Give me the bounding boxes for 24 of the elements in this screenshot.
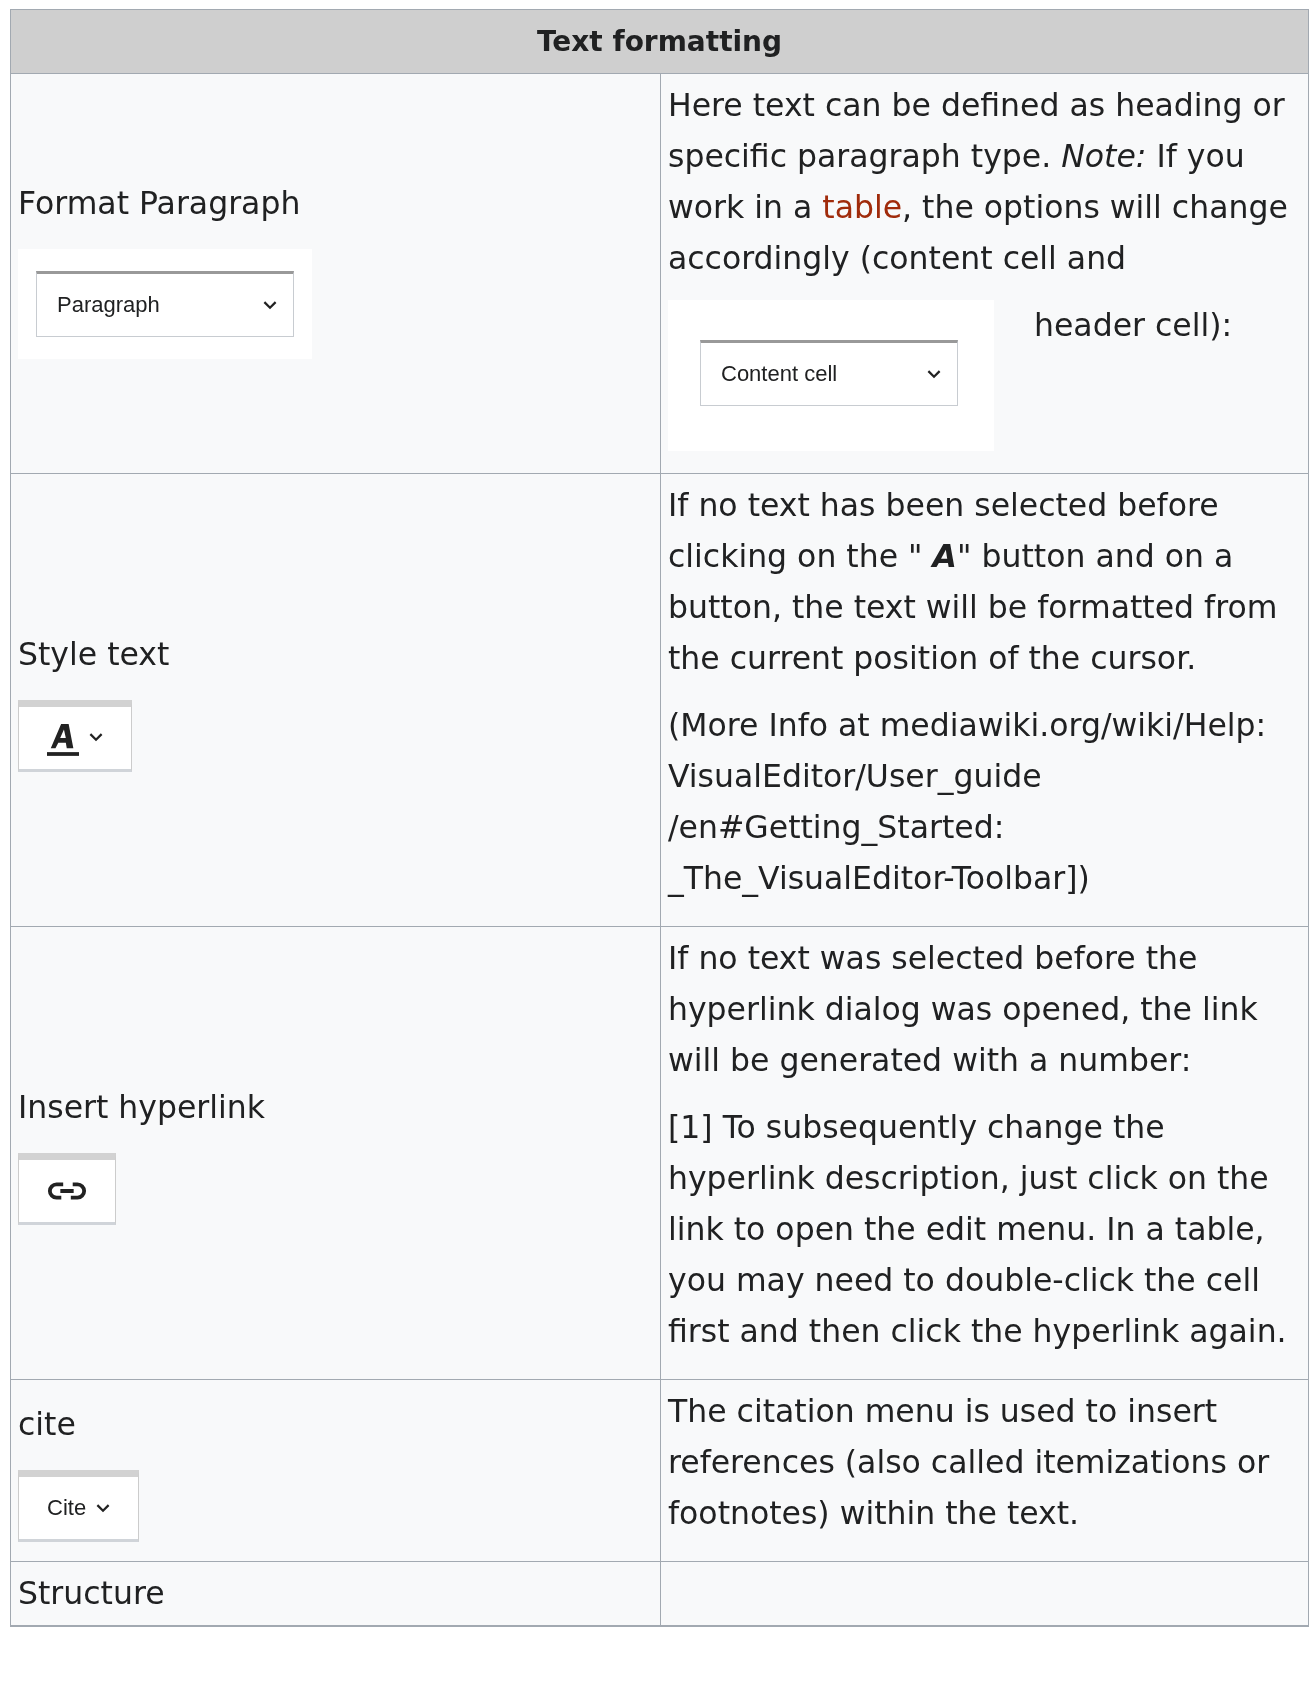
chain-link-icon <box>47 1179 87 1202</box>
description-text: header cell): <box>1033 306 1234 345</box>
chevron-down-icon <box>263 300 277 310</box>
text-style-button[interactable] <box>18 699 132 772</box>
table-link[interactable]: table <box>822 189 903 225</box>
description-text: Here text can be defined as heading or specific paragraph type. Note: If you work in a table, the options will change accordingly (content cell and <box>668 86 1289 278</box>
feature-name: Format Paragraph <box>18 184 301 223</box>
feature-name: cite <box>18 1405 76 1444</box>
dropdown-field[interactable]: Paragraph <box>36 271 294 337</box>
description-text: The citation menu is used to insert references (also called itemizations or footnotes) within the text. <box>668 1392 1271 1533</box>
chevron-down-icon <box>927 369 941 379</box>
cite-menu-button[interactable]: Cite <box>18 1470 140 1542</box>
description-text: (More Info at mediawiki.org/wiki/Help: VisualEditor/User_guide /en#Getting_Started: _The_VisualEditor-Toolbar]) <box>668 706 1268 899</box>
link-button[interactable] <box>18 1152 116 1225</box>
feature-name: Structure <box>18 1574 165 1613</box>
description-text: If no text was selected before the hyperlink dialog was opened, the link will be generated with a number: <box>668 939 1259 1080</box>
chevron-down-icon <box>89 733 103 742</box>
description-text: If no text has been selected before clicking on the " A" button and on a button, the text will be formatted from the current position of the cursor. <box>668 486 1279 678</box>
feature-name: Insert hyperlink <box>18 1087 265 1127</box>
dropdown-field[interactable]: Content cell <box>700 340 958 406</box>
description-text: [1] To subsequently change the hyperlink description, just click on the link to open the edit menu. In a table, you may need to double-click the cell first and then click the hyperlink again. <box>668 1108 1288 1351</box>
feature-name: Style text <box>18 634 170 674</box>
table-header: Text formatting <box>11 10 1308 74</box>
chevron-down-icon <box>96 1503 111 1513</box>
